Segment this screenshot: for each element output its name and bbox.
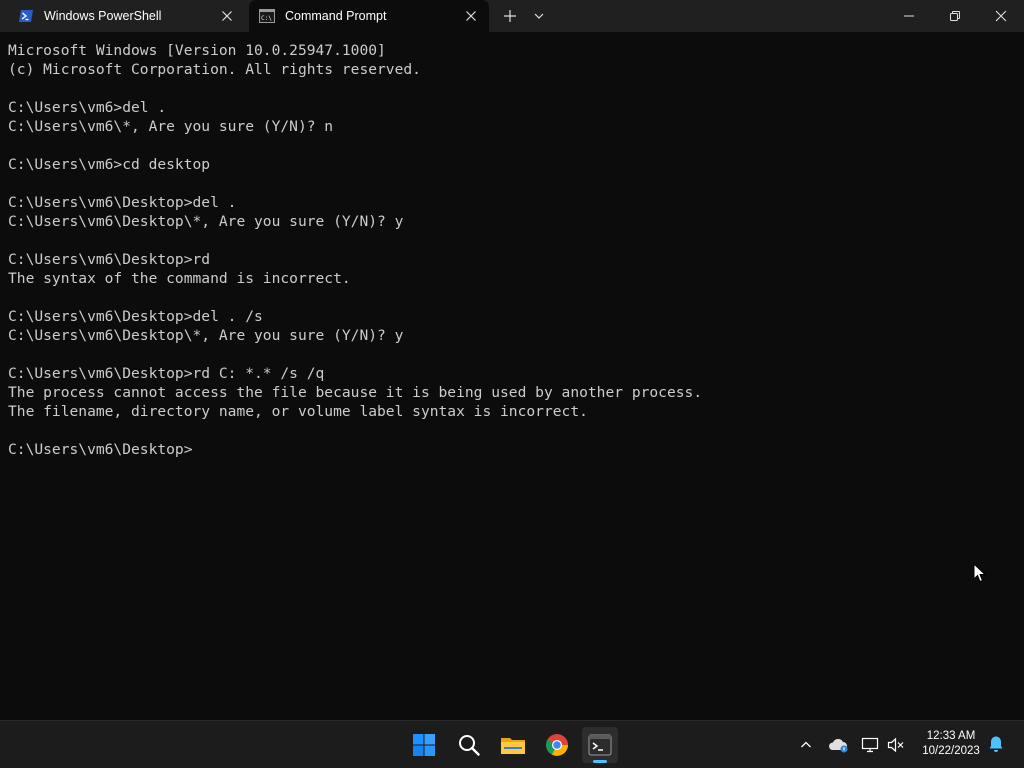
show-hidden-icons-button[interactable] [796,733,816,757]
active-app-indicator [593,760,607,763]
terminal-line: C:\Users\vm6\Desktop>del . [8,194,237,211]
terminal-output[interactable]: Microsoft Windows [Version 10.0.25947.10… [0,32,1024,720]
minimize-button[interactable] [886,0,932,32]
clock-date: 10/22/2023 [922,745,980,757]
mouse-pointer-icon [973,563,987,583]
network-icon [861,737,879,753]
svg-text:C:\: C:\ [261,15,272,22]
tab-label: Windows PowerShell [44,9,162,23]
onedrive-tray-button[interactable] [826,733,850,757]
minimize-icon [904,15,914,17]
plus-icon [504,10,516,22]
cmd-icon: C:\ [259,9,275,23]
volume-muted-icon [887,737,904,753]
terminal-taskbar-button[interactable] [582,727,618,763]
terminal-line: C:\Users\vm6>cd desktop [8,156,211,173]
taskbar: 12:33 AM 10/22/2023 [0,720,1024,768]
title-bar: Windows PowerShell C:\ Command Prompt [0,0,1024,32]
new-tab-button[interactable] [497,0,523,32]
terminal-line: C:\Users\vm6\Desktop>rd C: *.* /s /q [8,365,325,382]
terminal-line: C:\Users\vm6\Desktop>del . /s [8,308,263,325]
volume-tray-button[interactable] [885,733,907,757]
tab-windows-powershell[interactable]: Windows PowerShell [8,0,245,32]
system-clock[interactable]: 12:33 AM 10/22/2023 [912,729,990,759]
bell-icon[interactable] [987,735,1005,753]
restore-button[interactable] [932,0,978,32]
close-icon [995,10,1007,22]
terminal-line: The process cannot access the file becau… [8,384,703,401]
search-button[interactable] [451,727,487,763]
restore-icon [950,11,960,21]
file-explorer-button[interactable] [495,727,531,763]
tab-command-prompt[interactable]: C:\ Command Prompt [249,0,489,32]
clock-time: 12:33 AM [926,730,976,742]
terminal-line: The filename, directory name, or volume … [8,403,588,420]
onedrive-icon [829,739,848,753]
powershell-icon [19,10,33,22]
terminal-line: C:\Users\vm6>del . [8,99,167,116]
start-button[interactable] [406,727,442,763]
tab-close-icon[interactable] [219,8,235,24]
terminal-line: The syntax of the command is incorrect. [8,270,351,287]
tab-dropdown-button[interactable] [526,0,552,32]
file-explorer-icon [501,738,525,754]
terminal-prompt: C:\Users\vm6\Desktop> [8,441,193,458]
chevron-down-icon [534,13,544,19]
chrome-button[interactable] [539,727,575,763]
tab-close-icon[interactable] [463,8,479,24]
terminal-line: C:\Users\vm6\Desktop\*, Are you sure (Y/… [8,327,404,344]
terminal-line: (c) Microsoft Corporation. All rights re… [8,61,421,78]
terminal-icon [588,734,612,756]
terminal-line: C:\Users\vm6\Desktop>rd [8,251,211,268]
network-tray-button[interactable] [859,733,881,757]
search-icon [459,735,480,756]
chrome-icon [546,734,568,756]
terminal-line: Microsoft Windows [Version 10.0.25947.10… [8,42,386,59]
terminal-line: C:\Users\vm6\*, Are you sure (Y/N)? n [8,118,334,135]
windows-start-icon [413,734,435,756]
tab-label: Command Prompt [285,9,387,23]
close-window-button[interactable] [978,0,1024,32]
terminal-line: C:\Users\vm6\Desktop\*, Are you sure (Y/… [8,213,404,230]
chevron-up-icon [801,741,811,748]
